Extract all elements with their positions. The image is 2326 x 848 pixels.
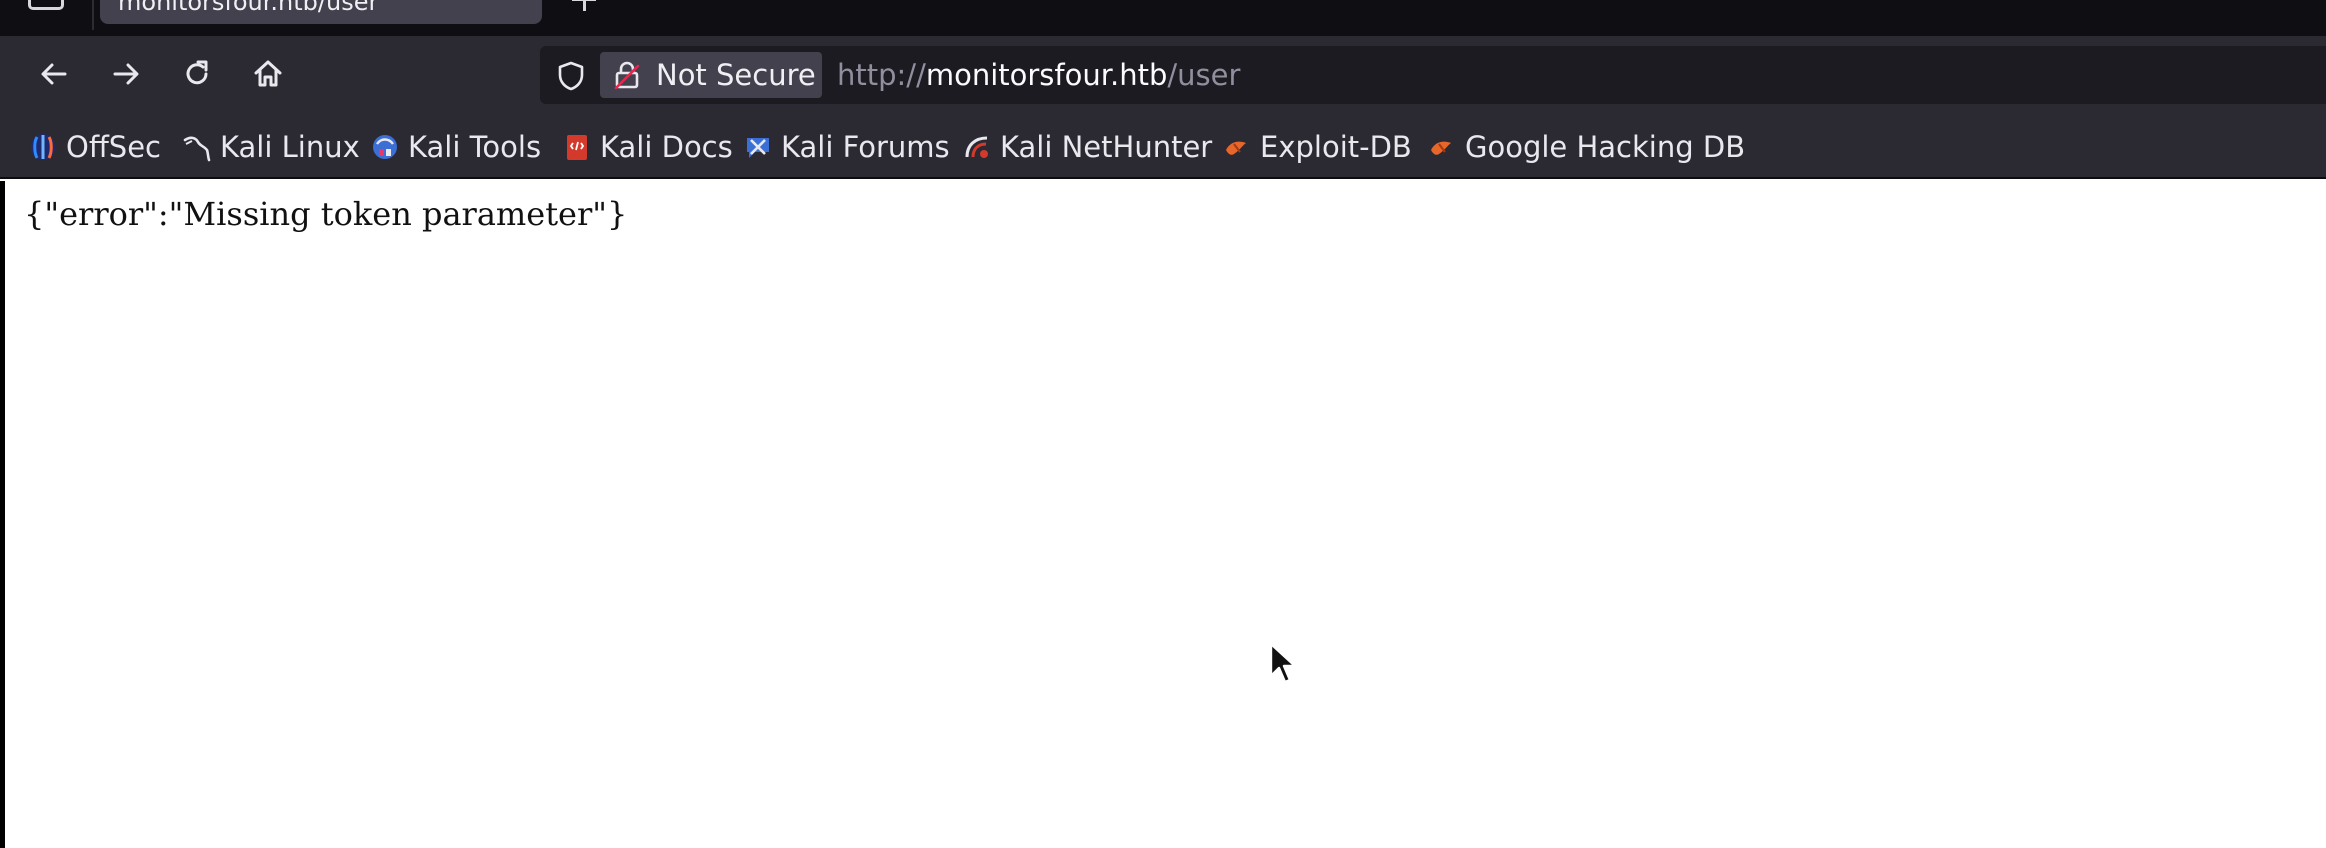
site-security-button[interactable]: Not Secure — [600, 52, 822, 98]
forward-arrow-icon — [113, 63, 139, 85]
page-content: {"error":"Missing token parameter"} — [0, 181, 2326, 848]
bookmark-google-hacking-db[interactable]: Google Hacking DB — [1427, 127, 1745, 167]
reload-button[interactable] — [175, 52, 219, 96]
tab-list-icon[interactable] — [28, 0, 64, 10]
home-button[interactable] — [246, 52, 290, 96]
bookmark-label: Exploit-DB — [1260, 130, 1412, 164]
window-left-edge — [0, 181, 5, 848]
back-button[interactable] — [32, 52, 76, 96]
tab-divider — [92, 0, 94, 30]
tracking-protection-shield-icon[interactable] — [556, 60, 586, 92]
bookmark-label: OffSec — [66, 130, 162, 164]
home-icon — [254, 60, 282, 87]
security-label: Not Secure — [656, 58, 816, 92]
url-text[interactable]: http://monitorsfour.htb/user — [837, 60, 1240, 90]
kali-tools-icon — [373, 135, 397, 159]
back-arrow-icon — [41, 63, 67, 85]
json-response-text: {"error":"Missing token parameter"} — [24, 195, 628, 233]
url-scheme: http:// — [837, 58, 926, 92]
google-hacking-db-icon — [1431, 141, 1451, 155]
tab-active[interactable]: monitorsfour.htb/user — [100, 0, 542, 24]
new-tab-plus-icon[interactable] — [572, 0, 596, 11]
tab-strip: monitorsfour.htb/user — [0, 0, 2326, 36]
bookmark-kali-nethunter[interactable]: Kali NetHunter — [962, 127, 1212, 167]
url-host: monitorsfour.htb — [925, 58, 1168, 92]
tab-title: monitorsfour.htb/user — [118, 0, 379, 16]
kali-forums-icon — [747, 138, 769, 158]
offsec-icon — [31, 134, 55, 160]
kali-docs-icon — [567, 135, 587, 160]
bookmark-kali-docs[interactable]: Kali Docs — [562, 127, 733, 167]
bookmarks-toolbar: OffSec Kali Linux Kali Tools Kali Docs K… — [0, 116, 2326, 179]
bookmark-kali-linux[interactable]: Kali Linux — [182, 127, 360, 167]
kali-nethunter-icon — [965, 136, 988, 158]
bookmark-label: Kali Forums — [781, 130, 950, 164]
address-bar[interactable]: Not Secure http://monitorsfour.htb/user — [540, 46, 2326, 104]
mouse-pointer-icon — [1269, 642, 1297, 684]
url-path: /user — [1167, 58, 1241, 92]
forward-button[interactable] — [104, 52, 148, 96]
bookmark-offsec[interactable]: OffSec — [28, 127, 161, 167]
bookmark-kali-tools[interactable]: Kali Tools — [370, 127, 541, 167]
insecure-lock-icon — [614, 61, 640, 90]
bookmark-kali-forums[interactable]: Kali Forums — [743, 127, 950, 167]
bookmark-label: Kali Tools — [408, 130, 542, 164]
kali-dragon-icon — [183, 136, 211, 162]
bookmark-exploit-db[interactable]: Exploit-DB — [1222, 127, 1412, 167]
exploit-db-icon — [1226, 141, 1246, 155]
navigation-toolbar: Not Secure http://monitorsfour.htb/user — [0, 36, 2326, 116]
bookmark-label: Kali NetHunter — [1000, 130, 1213, 164]
reload-icon — [186, 60, 208, 85]
bookmark-label: Google Hacking DB — [1465, 130, 1746, 164]
bookmark-label: Kali Linux — [220, 130, 360, 164]
bookmark-label: Kali Docs — [600, 130, 733, 164]
